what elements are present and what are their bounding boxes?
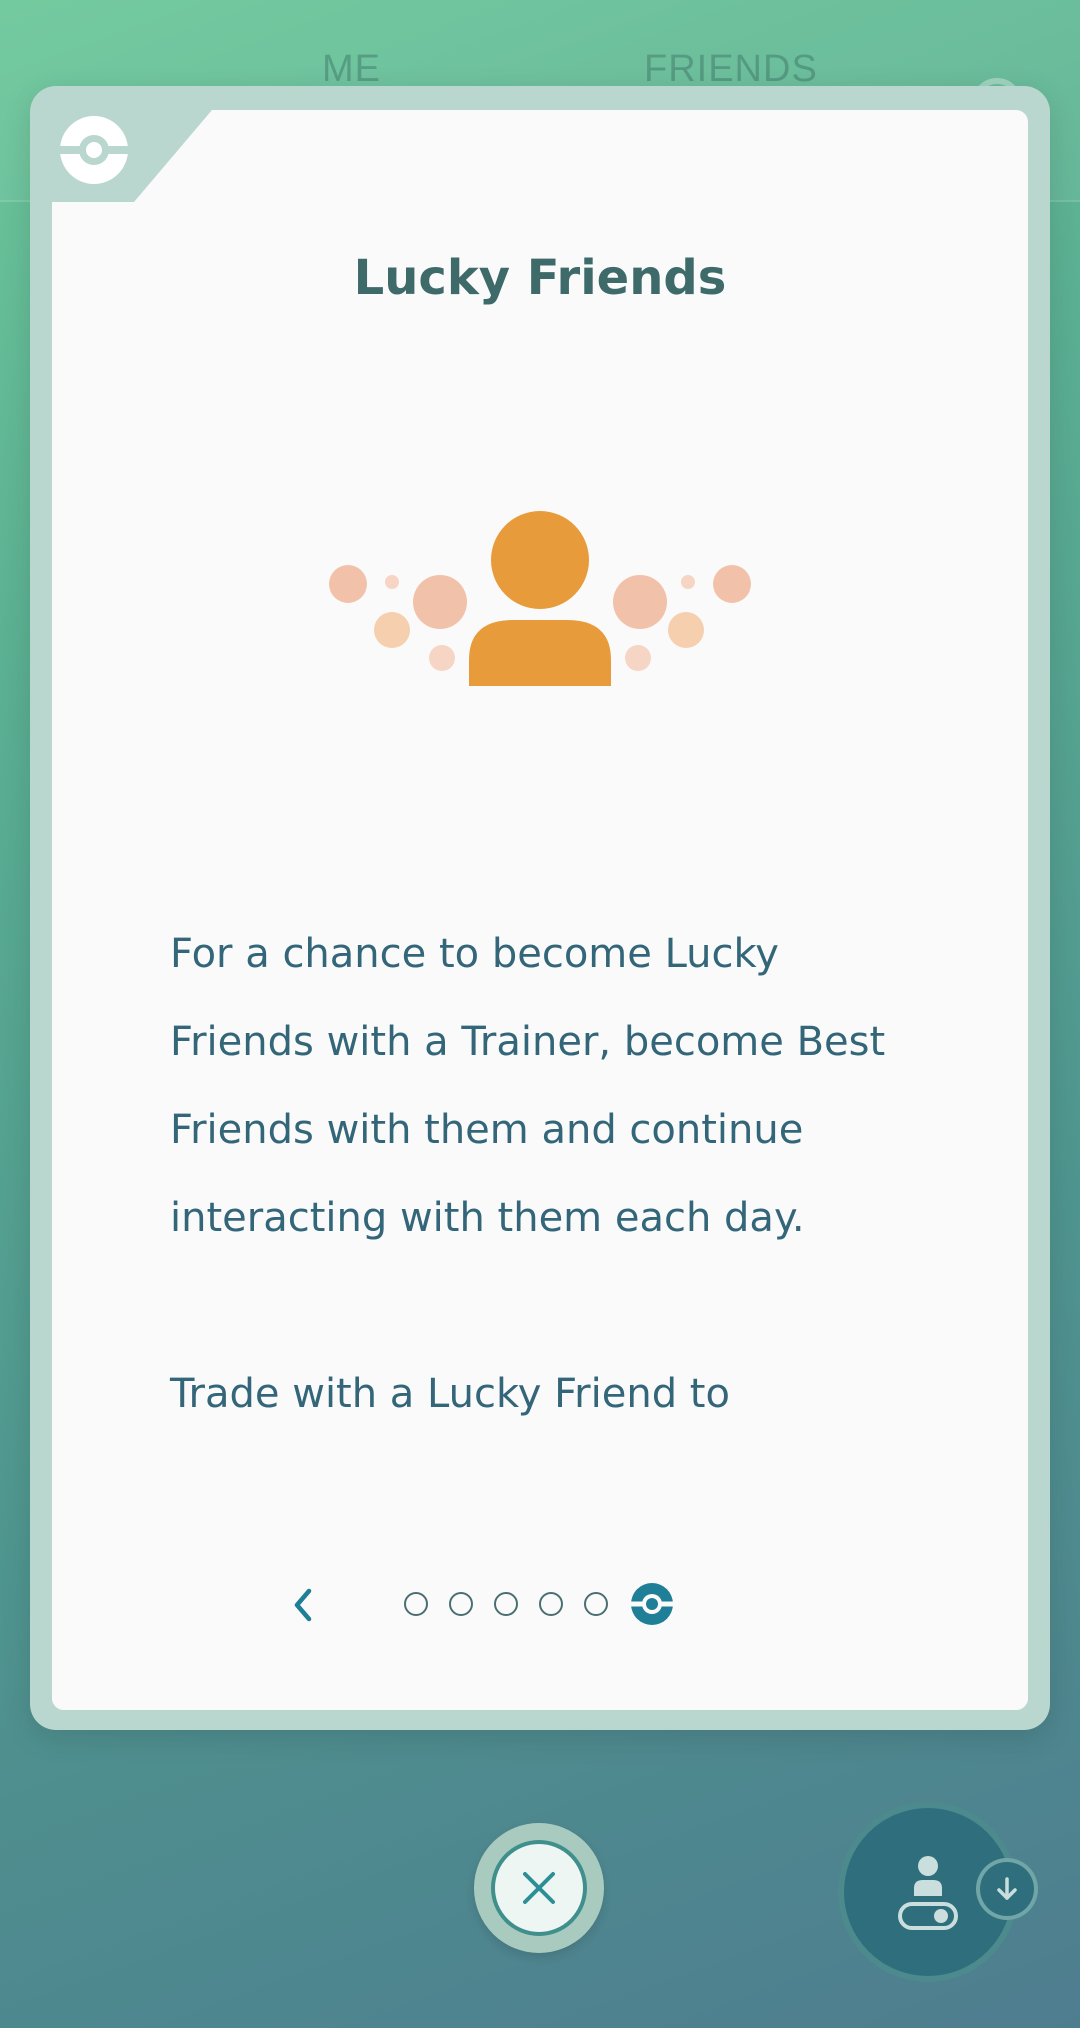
page-dot-3[interactable] (494, 1592, 518, 1616)
paragraph-trade: Trade with a Lucky Friend to (170, 1371, 730, 1417)
paragraph-lucky-chance: For a chance to become Lucky Friends wit… (170, 931, 886, 1241)
pokeball-icon (60, 116, 128, 184)
pager (52, 1570, 1028, 1640)
lucky-friend-icon (329, 511, 751, 686)
tab-me[interactable]: ME (322, 48, 381, 91)
close-button-inner (491, 1840, 587, 1936)
download-button[interactable] (976, 1858, 1038, 1920)
page-title: Lucky Friends (353, 250, 727, 306)
back-button[interactable] (278, 1580, 328, 1630)
chevron-left-icon (294, 1588, 312, 1622)
trainer-toggle-icon (898, 1856, 958, 1930)
close-icon (523, 1872, 555, 1904)
page-dot-active-pokeball-icon[interactable] (630, 1582, 674, 1626)
tab-friends[interactable]: FRIENDS (644, 48, 818, 91)
page-dot-5[interactable] (584, 1592, 608, 1616)
page-dot-1[interactable] (404, 1592, 428, 1616)
page-dot-2[interactable] (449, 1592, 473, 1616)
arrow-down-icon (997, 1877, 1017, 1900)
description-text: For a chance to become Lucky Friends wit… (170, 910, 890, 1526)
close-button[interactable] (474, 1823, 604, 1953)
page-dot-4[interactable] (539, 1592, 563, 1616)
modal-card: Lucky Friends For a chance to become Luc… (52, 110, 1028, 1710)
lucky-friends-modal: Lucky Friends For a chance to become Luc… (30, 86, 1050, 1730)
